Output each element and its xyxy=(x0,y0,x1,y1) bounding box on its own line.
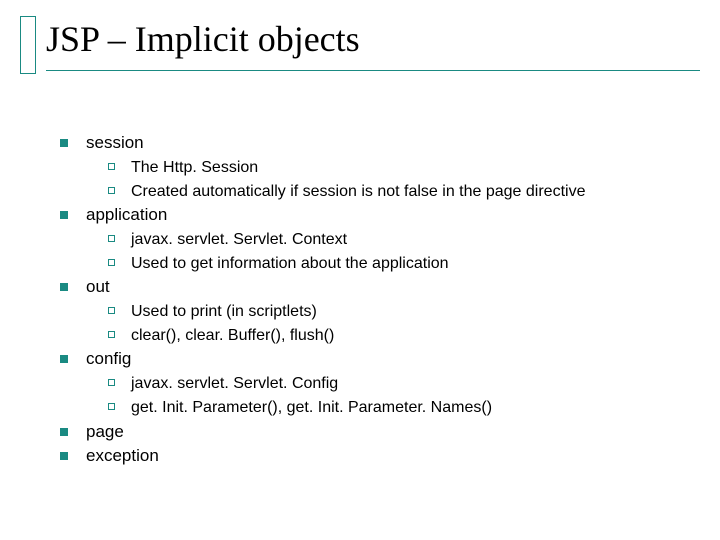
square-bullet-icon xyxy=(60,211,68,219)
title-area: JSP – Implicit objects xyxy=(46,20,700,71)
sub-list-item: Created automatically if session is not … xyxy=(108,181,708,203)
list-item-content: session The Http. Session Created automa… xyxy=(86,132,708,202)
sub-list-item: javax. servlet. Servlet. Context xyxy=(108,229,708,251)
list-item: page xyxy=(60,421,708,444)
title-accent-box xyxy=(20,16,36,74)
slide-body: session The Http. Session Created automa… xyxy=(60,130,708,468)
list-item: application javax. servlet. Servlet. Con… xyxy=(60,204,708,274)
sub-list-item-label: Created automatically if session is not … xyxy=(131,181,585,203)
list-item: session The Http. Session Created automa… xyxy=(60,132,708,202)
title-underline xyxy=(46,70,700,71)
sub-list-item: Used to get information about the applic… xyxy=(108,253,708,275)
hollow-square-bullet-icon xyxy=(108,307,115,314)
list-item-content: out Used to print (in scriptlets) clear(… xyxy=(86,276,708,346)
list-item-content: application javax. servlet. Servlet. Con… xyxy=(86,204,708,274)
hollow-square-bullet-icon xyxy=(108,187,115,194)
sub-list-item: get. Init. Parameter(), get. Init. Param… xyxy=(108,397,708,419)
sub-list-item-label: Used to get information about the applic… xyxy=(131,253,449,275)
list-item-label: config xyxy=(86,348,708,371)
square-bullet-icon xyxy=(60,452,68,460)
list-item-label: page xyxy=(86,421,708,444)
sub-list-item-label: clear(), clear. Buffer(), flush() xyxy=(131,325,334,347)
sub-list-item: clear(), clear. Buffer(), flush() xyxy=(108,325,708,347)
square-bullet-icon xyxy=(60,283,68,291)
sub-list-item-label: get. Init. Parameter(), get. Init. Param… xyxy=(131,397,492,419)
sub-list-item: Used to print (in scriptlets) xyxy=(108,301,708,323)
hollow-square-bullet-icon xyxy=(108,379,115,386)
hollow-square-bullet-icon xyxy=(108,259,115,266)
list-item-content: exception xyxy=(86,445,708,468)
sub-list-item: javax. servlet. Servlet. Config xyxy=(108,373,708,395)
hollow-square-bullet-icon xyxy=(108,163,115,170)
list-item: out Used to print (in scriptlets) clear(… xyxy=(60,276,708,346)
list-item-label: session xyxy=(86,132,708,155)
list-item-content: config javax. servlet. Servlet. Config g… xyxy=(86,348,708,418)
hollow-square-bullet-icon xyxy=(108,331,115,338)
list-item: exception xyxy=(60,445,708,468)
sub-list-item-label: Used to print (in scriptlets) xyxy=(131,301,317,323)
square-bullet-icon xyxy=(60,355,68,363)
hollow-square-bullet-icon xyxy=(108,235,115,242)
square-bullet-icon xyxy=(60,428,68,436)
list-item-label: exception xyxy=(86,445,708,468)
square-bullet-icon xyxy=(60,139,68,147)
sub-list-item: The Http. Session xyxy=(108,157,708,179)
list-item-content: page xyxy=(86,421,708,444)
hollow-square-bullet-icon xyxy=(108,403,115,410)
slide-title: JSP – Implicit objects xyxy=(46,20,700,66)
sub-list-item-label: javax. servlet. Servlet. Config xyxy=(131,373,338,395)
sub-list-item-label: javax. servlet. Servlet. Context xyxy=(131,229,347,251)
list-item-label: out xyxy=(86,276,708,299)
list-item: config javax. servlet. Servlet. Config g… xyxy=(60,348,708,418)
slide: JSP – Implicit objects session The Http.… xyxy=(0,0,720,540)
list-item-label: application xyxy=(86,204,708,227)
sub-list-item-label: The Http. Session xyxy=(131,157,258,179)
